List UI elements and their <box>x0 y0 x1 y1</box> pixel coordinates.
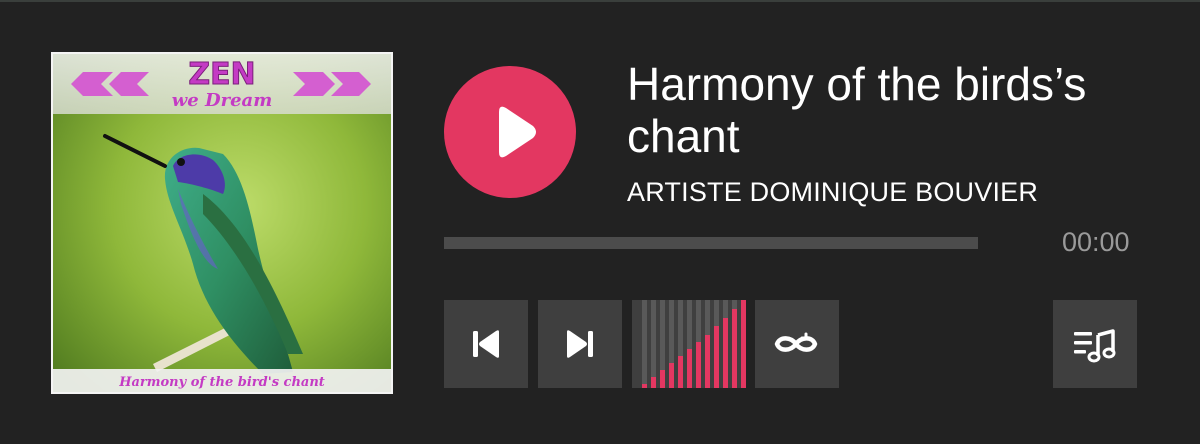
volume-bar[interactable] <box>705 300 710 388</box>
volume-bar-level <box>687 349 692 388</box>
progress-bar[interactable] <box>444 237 978 249</box>
album-cover: ZEN we Dream Harmony of the bird's chant <box>51 52 393 394</box>
volume-meter[interactable] <box>632 300 746 388</box>
volume-bar-level <box>723 317 728 388</box>
track-title: Harmony of the birds’s chant <box>627 58 1087 162</box>
volume-bar-level <box>732 308 737 388</box>
artist-name: ARTISTE DOMINIQUE BOUVIER <box>627 177 1039 207</box>
audio-player: ZEN we Dream Harmony of the bird's chant… <box>0 0 1200 444</box>
play-button[interactable] <box>444 66 576 198</box>
infinity-loop-icon <box>774 332 818 352</box>
album-cover-art: ZEN we Dream Harmony of the bird's chant <box>53 54 391 392</box>
skip-previous-icon <box>473 330 499 358</box>
volume-bar-level <box>714 326 719 388</box>
volume-bar-level <box>642 383 647 388</box>
volume-bar-level <box>660 370 665 388</box>
volume-bar[interactable] <box>642 300 647 388</box>
play-icon <box>499 106 536 158</box>
volume-bar[interactable] <box>696 300 701 388</box>
volume-bar[interactable] <box>723 300 728 388</box>
volume-bar[interactable] <box>678 300 683 388</box>
next-track-button[interactable] <box>538 300 622 388</box>
playlist-button[interactable] <box>1053 300 1137 388</box>
album-logo-word: ZEN <box>188 57 255 92</box>
album-caption: Harmony of the bird's chant <box>118 375 325 390</box>
volume-bar[interactable] <box>732 300 737 388</box>
volume-bar-level <box>696 342 701 388</box>
album-logo-subtitle: we Dream <box>172 90 272 111</box>
volume-bar-level <box>651 377 656 388</box>
volume-bar[interactable] <box>741 300 746 388</box>
volume-bar-level <box>705 335 710 388</box>
playlist-music-icon <box>1074 329 1116 363</box>
volume-bar[interactable] <box>660 300 665 388</box>
volume-bar[interactable] <box>669 300 674 388</box>
volume-bar[interactable] <box>714 300 719 388</box>
skip-next-icon <box>567 330 593 358</box>
volume-bar[interactable] <box>651 300 656 388</box>
volume-bar-level <box>669 363 674 388</box>
previous-track-button[interactable] <box>444 300 528 388</box>
volume-bar-level <box>741 300 746 388</box>
repeat-button[interactable] <box>755 300 839 388</box>
volume-bar[interactable] <box>687 300 692 388</box>
volume-bar-level <box>678 356 683 388</box>
time-display: 00:00 <box>1062 227 1130 257</box>
